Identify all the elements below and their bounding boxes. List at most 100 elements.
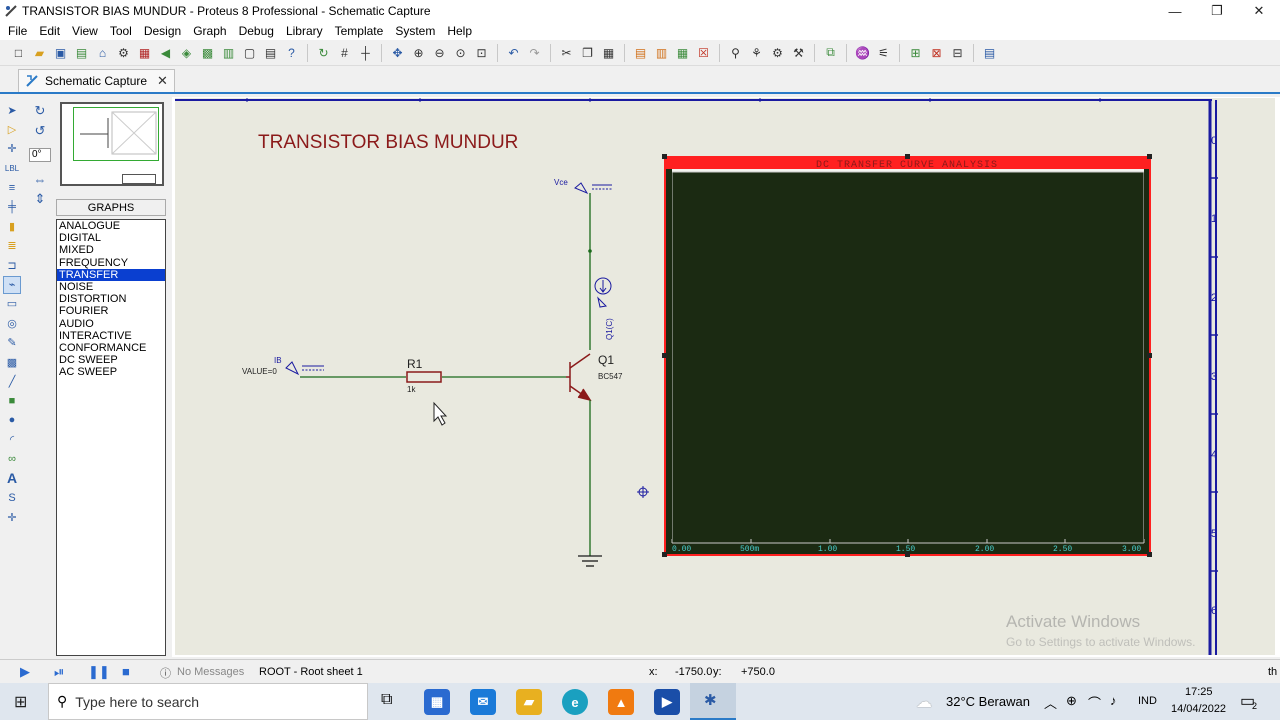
menu-template[interactable]: Template xyxy=(329,24,390,38)
bus-icon[interactable]: ╪ xyxy=(3,198,21,216)
messages-status[interactable]: No Messages xyxy=(177,666,244,678)
notes-icon[interactable]: ▢ xyxy=(242,45,258,61)
vlc-icon[interactable]: ▲ xyxy=(608,689,634,715)
menu-file[interactable]: File xyxy=(2,24,33,38)
clock-date[interactable]: 14/04/2022 xyxy=(1171,703,1226,715)
pick-device-icon[interactable]: ⚲ xyxy=(728,45,744,61)
help-icon[interactable]: ? xyxy=(284,45,300,61)
menu-design[interactable]: Design xyxy=(138,24,187,38)
proteus-taskbar-button[interactable]: ✱ xyxy=(690,683,736,720)
box-icon[interactable]: ■ xyxy=(3,392,21,410)
graph-type-analogue[interactable]: ANALOGUE xyxy=(57,220,165,232)
graph-type-conformance[interactable]: CONFORMANCE xyxy=(57,342,165,354)
cut-icon[interactable]: ✂ xyxy=(559,45,575,61)
terminals-icon[interactable]: ≣ xyxy=(3,237,21,255)
play-icon[interactable]: ▶ xyxy=(20,664,30,680)
minimize-button[interactable]: — xyxy=(1154,0,1196,22)
rotation-angle-input[interactable]: 0° xyxy=(29,148,51,162)
stop-icon[interactable]: ■ xyxy=(122,664,130,679)
graph-type-noise[interactable]: NOISE xyxy=(57,281,165,293)
make-device-icon[interactable]: ⚘ xyxy=(749,45,765,61)
home-icon[interactable]: ⌂ xyxy=(95,45,111,61)
line-icon[interactable]: ╱ xyxy=(3,372,21,390)
zoom-out-icon[interactable]: ⊖ xyxy=(432,45,448,61)
text-script-icon[interactable]: ≡ xyxy=(3,179,21,197)
component-mode-icon[interactable]: ▷ xyxy=(3,120,21,138)
mirror-horizontal-icon[interactable]: ⇔ xyxy=(31,170,49,188)
taskbar-search-box[interactable]: ⚲ Type here to search xyxy=(48,683,368,720)
property-tool-icon[interactable]: ⚟ xyxy=(876,45,892,61)
graph-type-interactive[interactable]: INTERACTIVE xyxy=(57,330,165,342)
schematic-drawing[interactable]: 0 1 2 3 4 5 6 TRANSISTOR BIAS MUNDUR Vce… xyxy=(172,97,1280,657)
marker-icon[interactable]: ✛ xyxy=(3,508,21,526)
circle-icon[interactable]: ● xyxy=(3,411,21,429)
mirror-vertical-icon[interactable]: ⇕ xyxy=(31,190,49,208)
decompose-icon[interactable]: ⚒ xyxy=(791,45,807,61)
overview-window[interactable] xyxy=(60,102,164,186)
redo-icon[interactable]: ↷ xyxy=(527,45,543,61)
graph-type-frequency[interactable]: FREQUENCY xyxy=(57,257,165,269)
tab-close-icon[interactable]: ✕ xyxy=(157,73,168,89)
new-file-icon[interactable]: □ xyxy=(11,45,27,61)
menu-debug[interactable]: Debug xyxy=(233,24,280,38)
close-window-button[interactable]: ✕ xyxy=(1238,0,1280,22)
path-icon[interactable]: ∞ xyxy=(3,450,21,468)
zoom-all-icon[interactable]: ⊙ xyxy=(453,45,469,61)
menu-system[interactable]: System xyxy=(389,24,441,38)
pan-icon[interactable]: ✥ xyxy=(390,45,406,61)
open-folder-icon[interactable]: ▰ xyxy=(32,45,48,61)
origin-icon[interactable]: ┼ xyxy=(358,45,374,61)
exit-parent-icon[interactable]: ⊟ xyxy=(950,45,966,61)
wire-autorouter-icon[interactable]: ⧉ xyxy=(823,45,839,61)
rotate-cw-icon[interactable]: ↻ xyxy=(31,102,49,120)
back-icon[interactable]: ◀ xyxy=(158,45,174,61)
wire-label-icon[interactable]: LBL xyxy=(3,159,21,177)
tab-schematic-capture[interactable]: Schematic Capture ✕ xyxy=(18,69,175,92)
block-move-icon[interactable]: ▥ xyxy=(654,45,670,61)
volume-icon[interactable]: ♪ xyxy=(1110,693,1117,708)
graph-type-distortion[interactable]: DISTORTION xyxy=(57,293,165,305)
block-delete-icon[interactable]: ☒ xyxy=(696,45,712,61)
bom-icon[interactable]: ▥ xyxy=(221,45,237,61)
clock-time[interactable]: 17:25 xyxy=(1185,686,1213,698)
wifi-icon[interactable]: ⌒ xyxy=(1088,693,1101,712)
packaging-icon[interactable]: ⚙ xyxy=(770,45,786,61)
graph-type-transfer[interactable]: TRANSFER xyxy=(57,268,165,281)
graph-type-digital[interactable]: DIGITAL xyxy=(57,232,165,244)
save-icon[interactable]: ▣ xyxy=(53,45,69,61)
voltage-probe-icon[interactable]: ✎ xyxy=(3,334,21,352)
selection-mode-icon[interactable]: ➤ xyxy=(3,101,21,119)
refresh-icon[interactable]: ↻ xyxy=(316,45,332,61)
powerpoint-icon[interactable]: ▶ xyxy=(654,689,680,715)
pcb-icon[interactable]: ▦ xyxy=(137,45,153,61)
microsoft-store-icon[interactable]: ▦ xyxy=(424,689,450,715)
tape-recorder-icon[interactable]: ▭ xyxy=(3,295,21,313)
mail-icon[interactable]: ✉ xyxy=(470,689,496,715)
symbol-icon[interactable]: S xyxy=(3,489,21,507)
graph-mode-icon[interactable]: ⌁ xyxy=(3,275,21,294)
virtual-instruments-icon[interactable]: ▩ xyxy=(3,353,21,371)
generator-icon[interactable]: ◎ xyxy=(3,314,21,332)
task-view-icon[interactable]: ⧉ xyxy=(381,691,392,709)
file-explorer-icon[interactable]: ▰ xyxy=(516,689,542,715)
step-icon[interactable]: ⏯ xyxy=(54,664,64,680)
graph-type-fourier[interactable]: FOURIER xyxy=(57,305,165,317)
graph-type-ac-sweep[interactable]: AC SWEEP xyxy=(57,366,165,378)
grid-icon[interactable]: # xyxy=(337,45,353,61)
network-icon[interactable]: ⊕ xyxy=(1066,693,1077,709)
import-icon[interactable]: ▤ xyxy=(74,45,90,61)
copy-icon[interactable]: ❐ xyxy=(580,45,596,61)
restore-button[interactable]: ❐ xyxy=(1196,0,1238,22)
language-indicator[interactable]: IND xyxy=(1138,695,1157,707)
report-icon[interactable]: ▤ xyxy=(263,45,279,61)
text-icon[interactable]: A xyxy=(3,469,21,487)
block-rotate-icon[interactable]: ▦ xyxy=(675,45,691,61)
new-sheet-icon[interactable]: ⊞ xyxy=(908,45,924,61)
graph-type-dc-sweep[interactable]: DC SWEEP xyxy=(57,354,165,366)
paste-icon[interactable]: ▦ xyxy=(601,45,617,61)
menu-library[interactable]: Library xyxy=(280,24,329,38)
gerber-icon[interactable]: ▩ xyxy=(200,45,216,61)
zoom-area-icon[interactable]: ⊡ xyxy=(474,45,490,61)
rotate-ccw-icon[interactable]: ↺ xyxy=(31,122,49,140)
block-copy-icon[interactable]: ▤ xyxy=(633,45,649,61)
